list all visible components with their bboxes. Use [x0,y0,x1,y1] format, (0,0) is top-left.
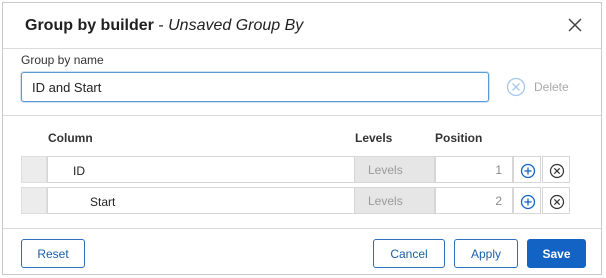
delete-button[interactable]: Delete [506,76,569,98]
drag-handle[interactable] [21,156,47,183]
column-header-column: Column [48,131,93,145]
remove-row-button[interactable] [542,156,570,183]
apply-button[interactable]: Apply [454,239,518,268]
group-by-name-label: Group by name [21,53,104,67]
plus-circle-icon [520,194,536,210]
save-button[interactable]: Save [527,239,586,268]
close-circle-icon [549,194,565,210]
plus-circle-icon [520,163,536,179]
reset-button[interactable]: Reset [21,239,85,268]
close-button[interactable] [562,12,588,38]
levels-field: Levels [354,156,435,183]
cancel-button[interactable]: Cancel [373,239,445,268]
levels-field: Levels [354,187,435,214]
position-field: 2 [435,187,513,214]
remove-circle-icon [506,77,526,97]
remove-row-button[interactable] [542,187,570,214]
column-select-value: Start [90,195,116,209]
group-by-builder-dialog: Group by builder - Unsaved Group By Grou… [2,2,602,275]
add-row-button[interactable] [513,156,541,183]
column-select-value: ID [73,164,85,178]
columns-section: Column Levels Position ID Levels 1 Start… [3,115,601,228]
close-icon [568,18,582,32]
column-header-levels: Levels [355,131,393,145]
close-circle-icon [549,163,565,179]
column-header-position: Position [435,131,483,145]
add-row-button[interactable] [513,187,541,214]
delete-label: Delete [534,80,569,94]
dialog-header: Group by builder - Unsaved Group By [3,3,601,49]
position-field: 1 [435,156,513,183]
dialog-title-separator: - [153,17,169,34]
dialog-title: Group by builder - Unsaved Group By [25,17,303,35]
column-select[interactable]: Start [47,187,372,214]
dialog-footer: Reset Cancel Apply Save [3,228,601,274]
drag-handle[interactable] [21,187,47,214]
dialog-title-subtitle: Unsaved Group By [168,17,304,34]
dialog-title-main: Group by builder [25,17,154,34]
column-select[interactable]: ID [47,156,372,183]
group-by-name-input[interactable] [21,72,489,102]
